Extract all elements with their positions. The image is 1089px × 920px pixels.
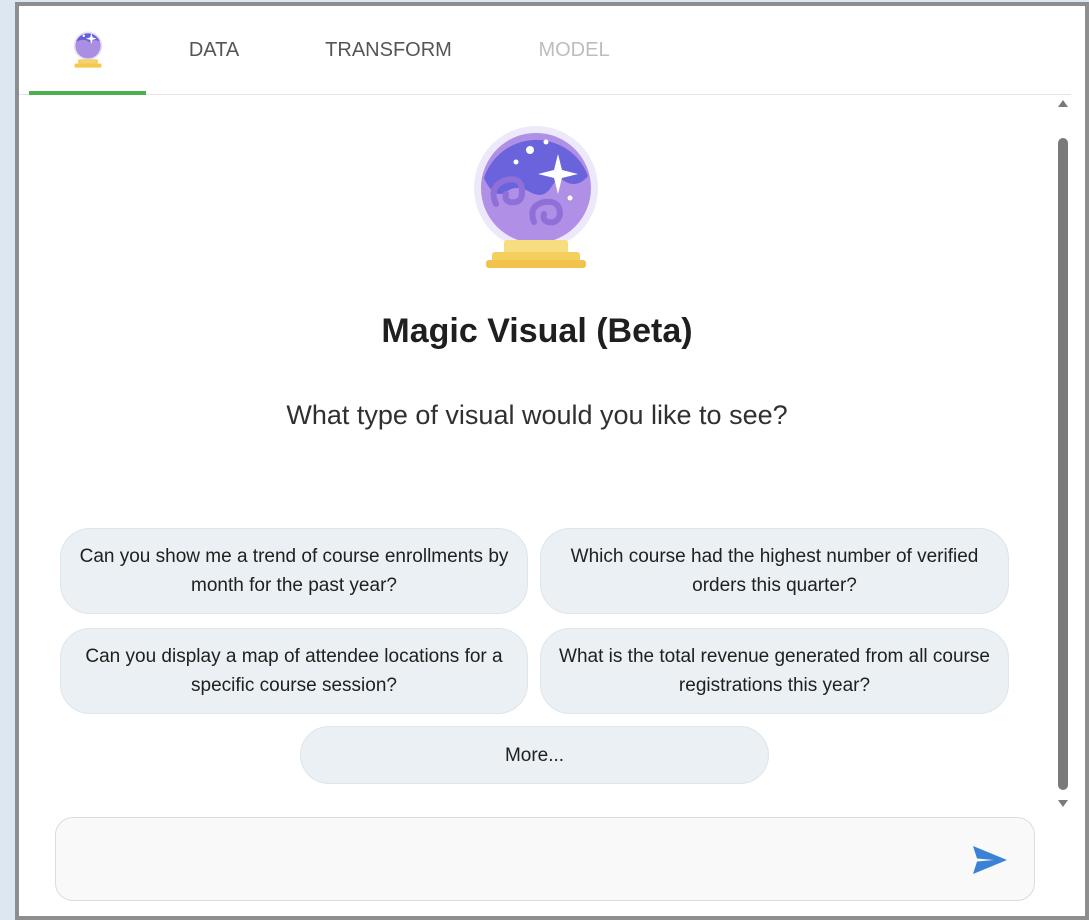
active-tab-indicator xyxy=(29,91,146,95)
scroll-thumb[interactable] xyxy=(1058,138,1068,790)
page-title: Magic Visual (Beta) xyxy=(381,312,693,350)
scroll-up-arrow-icon[interactable] xyxy=(1058,100,1068,107)
page-subtitle: What type of visual would you like to se… xyxy=(286,400,788,430)
send-button[interactable] xyxy=(970,842,1010,878)
crystal-ball-icon xyxy=(474,126,598,268)
more-suggestions-button[interactable]: More... xyxy=(300,726,769,784)
tab-transform[interactable]: TRANSFORM xyxy=(301,6,476,94)
suggestion-button[interactable]: Can you show me a trend of course enroll… xyxy=(60,528,528,614)
scroll-down-arrow-icon[interactable] xyxy=(1058,800,1068,807)
tab-bar: DATA TRANSFORM MODEL xyxy=(19,6,1071,95)
more-label: More... xyxy=(504,744,565,766)
tab-magic-visual[interactable] xyxy=(29,6,146,95)
suggestion-button[interactable]: What is the total revenue generated from… xyxy=(540,628,1009,714)
chat-input-container xyxy=(55,817,1035,901)
tab-model: MODEL xyxy=(538,38,610,61)
suggestion-label: Which course had the highest number of v… xyxy=(570,546,979,596)
window-frame: DATA TRANSFORM MODEL Magic Visual (Beta)… xyxy=(15,2,1089,920)
suggestion-label: What is the total revenue generated from… xyxy=(559,646,990,696)
magic-visual-panel: DATA TRANSFORM MODEL Magic Visual (Beta)… xyxy=(19,6,1085,916)
suggestion-label: Can you show me a trend of course enroll… xyxy=(79,546,509,596)
crystal-ball-icon xyxy=(73,31,102,68)
suggestion-button[interactable]: Can you display a map of attendee locati… xyxy=(60,628,528,714)
vertical-scrollbar[interactable] xyxy=(1055,94,1071,816)
suggestion-button[interactable]: Which course had the highest number of v… xyxy=(540,528,1009,614)
chat-input[interactable] xyxy=(76,836,940,884)
tab-data[interactable]: DATA xyxy=(169,6,259,94)
hero-crystal-ball xyxy=(466,126,606,276)
suggestion-label: Can you display a map of attendee locati… xyxy=(85,646,503,696)
send-icon xyxy=(973,846,1007,874)
